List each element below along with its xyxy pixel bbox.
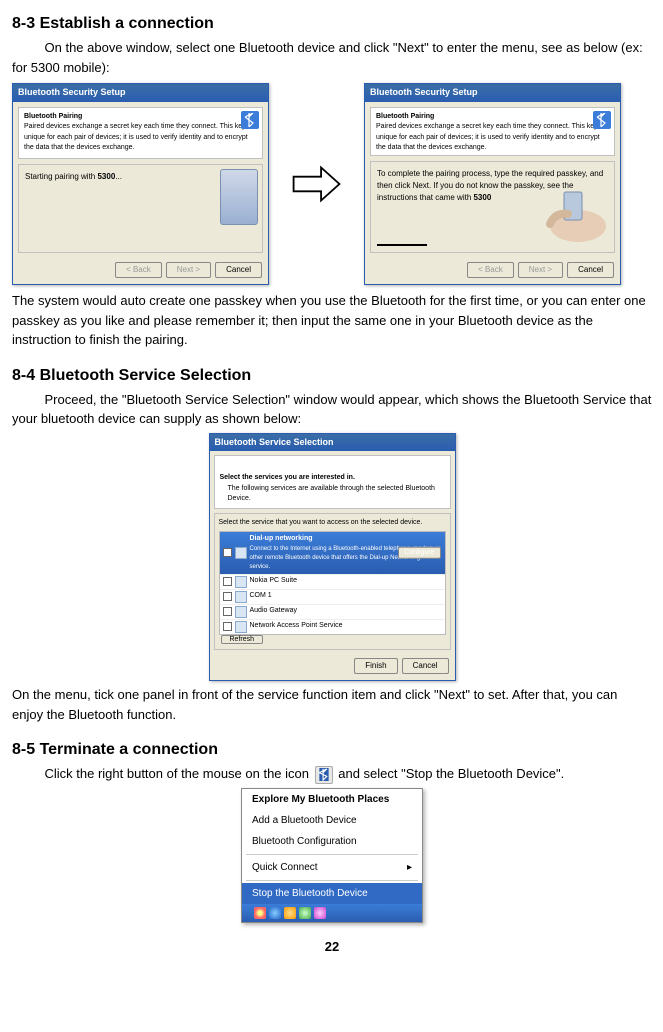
checkbox[interactable] bbox=[223, 607, 232, 616]
next-button[interactable]: Next > bbox=[518, 262, 563, 278]
service-item-title: Dial-up networking bbox=[250, 535, 313, 542]
checkbox[interactable] bbox=[223, 548, 232, 557]
titlebar: Bluetooth Service Selection bbox=[210, 434, 455, 452]
pda-image bbox=[220, 169, 258, 225]
heading-8-5: 8-5 Terminate a connection bbox=[12, 738, 652, 762]
service-icon bbox=[235, 606, 247, 618]
back-button[interactable]: < Back bbox=[115, 262, 162, 278]
titlebar: Bluetooth Security Setup bbox=[365, 84, 620, 102]
para-8-3-after: The system would auto create one passkey… bbox=[12, 291, 652, 350]
pairing-text: Paired devices exchange a secret key eac… bbox=[376, 123, 605, 151]
body-text-bold: 5300 bbox=[473, 193, 491, 202]
text-before-icon: Click the right button of the mouse on t… bbox=[45, 766, 313, 781]
service-head-bold: Select the services you are interested i… bbox=[220, 474, 355, 481]
service-icon bbox=[235, 621, 247, 633]
arrow-right-icon bbox=[289, 163, 344, 205]
window-body: To complete the pairing process, type th… bbox=[370, 161, 615, 253]
tray-icon bbox=[269, 907, 281, 919]
service-icon bbox=[235, 547, 247, 559]
cancel-button[interactable]: Cancel bbox=[402, 658, 449, 674]
refresh-button[interactable]: Refresh bbox=[221, 635, 264, 644]
button-row: < Back Next > Cancel bbox=[13, 258, 268, 284]
service-item[interactable]: Nokia PC Suite bbox=[220, 575, 445, 590]
body-text-prefix: Starting pairing with bbox=[25, 172, 97, 181]
bluetooth-icon bbox=[593, 111, 611, 129]
window-security-setup-2: Bluetooth Security Setup Bluetooth Pairi… bbox=[364, 83, 621, 285]
checkbox[interactable] bbox=[223, 592, 232, 601]
system-tray bbox=[242, 904, 422, 922]
pairing-text: Paired devices exchange a secret key eac… bbox=[24, 123, 253, 151]
service-item[interactable]: COM 1 bbox=[220, 590, 445, 605]
menu-item-label: Quick Connect bbox=[252, 862, 318, 873]
menu-item-config[interactable]: Bluetooth Configuration bbox=[242, 831, 422, 852]
menu-separator bbox=[246, 854, 418, 855]
service-body: Select the service that you want to acce… bbox=[214, 513, 451, 651]
service-icon bbox=[235, 576, 247, 588]
configure-button[interactable]: Configure bbox=[398, 547, 440, 560]
para-8-5: Click the right button of the mouse on t… bbox=[12, 764, 652, 784]
service-item-dialup[interactable]: Dial-up networking Connect to the Intern… bbox=[220, 532, 445, 575]
menu-item-add-device[interactable]: Add a Bluetooth Device bbox=[242, 810, 422, 831]
submenu-arrow-icon: ▸ bbox=[407, 860, 412, 875]
titlebar: Bluetooth Security Setup bbox=[13, 84, 268, 102]
service-icon bbox=[235, 591, 247, 603]
tray-icon bbox=[314, 907, 326, 919]
pairing-header-panel: Bluetooth Pairing Paired devices exchang… bbox=[370, 107, 615, 157]
context-menu: Explore My Bluetooth Places Add a Blueto… bbox=[241, 788, 423, 923]
menu-item-explore[interactable]: Explore My Bluetooth Places bbox=[242, 789, 422, 810]
pairing-title: Bluetooth Pairing bbox=[376, 113, 434, 120]
tray-icon bbox=[254, 907, 266, 919]
page-number: 22 bbox=[12, 937, 652, 957]
heading-8-3: 8-3 Establish a connection bbox=[12, 12, 652, 36]
heading-8-4: 8-4 Bluetooth Service Selection bbox=[12, 364, 652, 388]
menu-item-quick-connect[interactable]: Quick Connect ▸ bbox=[242, 857, 422, 878]
service-item-label: Nokia PC Suite bbox=[250, 576, 297, 587]
figure-row-pairing: Bluetooth Security Setup Bluetooth Pairi… bbox=[12, 83, 652, 285]
service-item[interactable]: Audio Gateway bbox=[220, 605, 445, 620]
cancel-button[interactable]: Cancel bbox=[215, 262, 262, 278]
passkey-input[interactable] bbox=[377, 234, 427, 246]
tray-icon bbox=[299, 907, 311, 919]
next-button[interactable]: Next > bbox=[166, 262, 211, 278]
pairing-title: Bluetooth Pairing bbox=[24, 113, 82, 120]
para-8-3-intro: On the above window, select one Bluetoot… bbox=[12, 38, 652, 77]
tray-icon bbox=[284, 907, 296, 919]
service-item-label: Audio Gateway bbox=[250, 606, 297, 617]
text-after-icon: and select "Stop the Bluetooth Device". bbox=[338, 766, 564, 781]
window-body: Starting pairing with 5300... bbox=[18, 164, 263, 254]
body-text-suffix: ... bbox=[115, 172, 122, 181]
para-8-4-intro: Proceed, the "Bluetooth Service Selectio… bbox=[12, 390, 652, 429]
bluetooth-icon bbox=[241, 111, 259, 129]
service-item-label: Network Access Point Service bbox=[250, 621, 343, 632]
checkbox[interactable] bbox=[223, 622, 232, 631]
back-button[interactable]: < Back bbox=[467, 262, 514, 278]
menu-separator bbox=[246, 880, 418, 881]
button-row: < Back Next > Cancel bbox=[365, 258, 620, 284]
window-service-selection: Bluetooth Service Selection Select the s… bbox=[209, 433, 456, 682]
body-text-bold: 5300 bbox=[97, 172, 115, 181]
service-head-sub: The following services are available thr… bbox=[220, 484, 445, 505]
bluetooth-tray-icon bbox=[315, 766, 333, 784]
finish-button[interactable]: Finish bbox=[354, 658, 397, 674]
bluetooth-icon bbox=[220, 459, 234, 473]
window-security-setup-1: Bluetooth Security Setup Bluetooth Pairi… bbox=[12, 83, 269, 285]
cancel-button[interactable]: Cancel bbox=[567, 262, 614, 278]
service-instruction: Select the service that you want to acce… bbox=[219, 518, 446, 529]
checkbox[interactable] bbox=[223, 577, 232, 586]
pairing-header-panel: Bluetooth Pairing Paired devices exchang… bbox=[18, 107, 263, 159]
button-row: Finish Cancel bbox=[210, 654, 455, 680]
service-header-panel: Select the services you are interested i… bbox=[214, 455, 451, 509]
service-item-label: COM 1 bbox=[250, 591, 272, 602]
service-list: Dial-up networking Connect to the Intern… bbox=[219, 531, 446, 635]
hand-holding-device-image bbox=[530, 184, 610, 248]
menu-item-stop-device[interactable]: Stop the Bluetooth Device bbox=[242, 883, 422, 904]
para-8-4-after: On the menu, tick one panel in front of … bbox=[12, 685, 652, 724]
service-item[interactable]: Network Access Point Service bbox=[220, 620, 445, 634]
